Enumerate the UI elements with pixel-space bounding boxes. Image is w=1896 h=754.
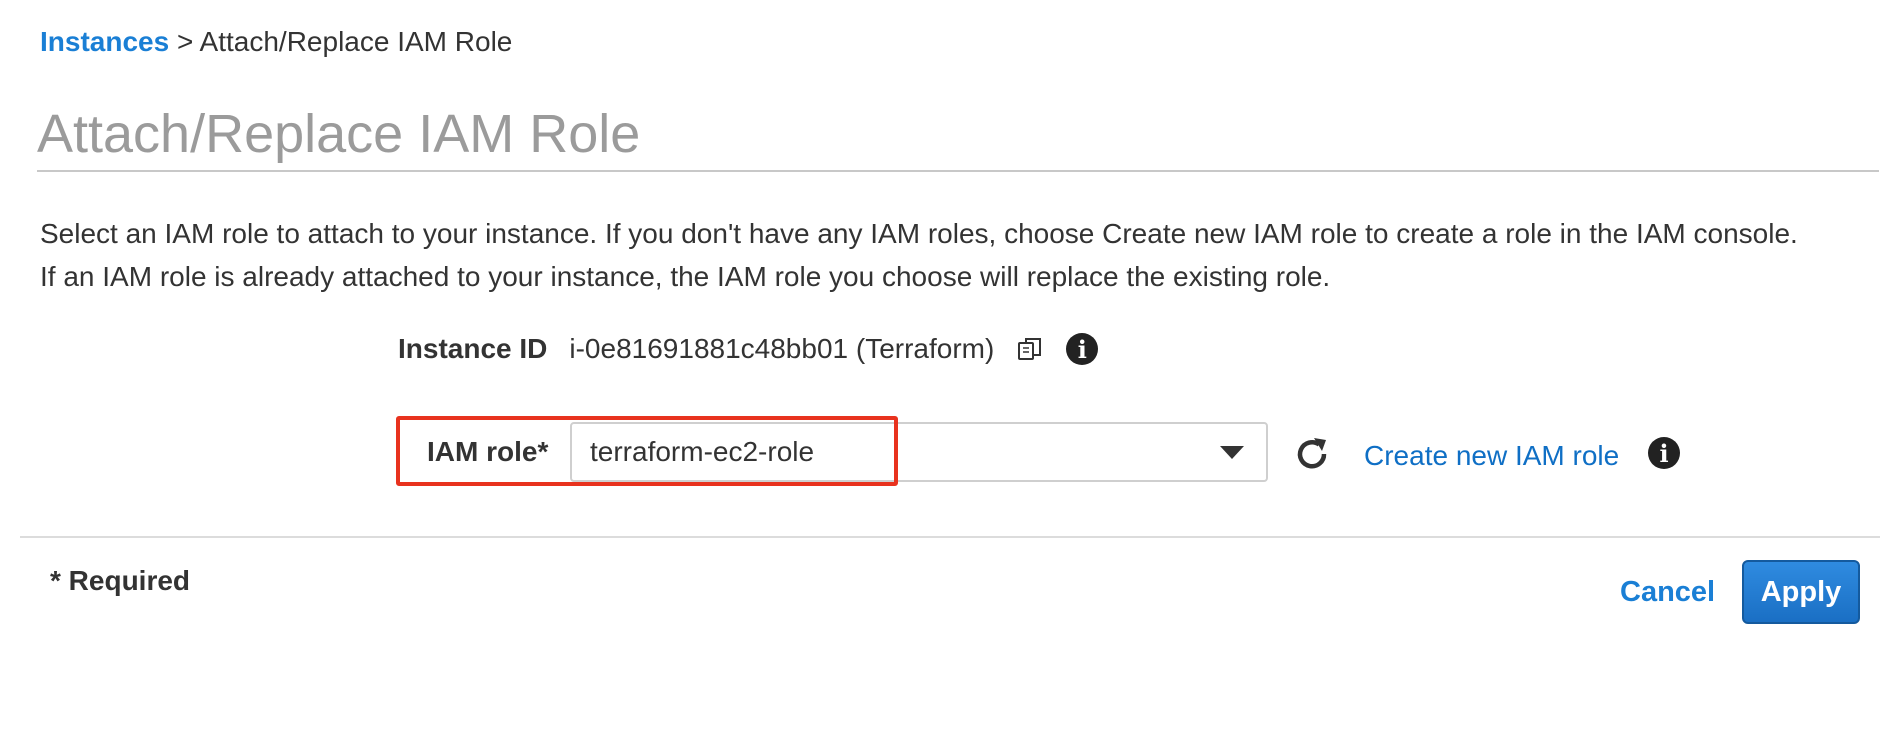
title-divider bbox=[37, 170, 1879, 172]
description-line-2: If an IAM role is already attached to yo… bbox=[40, 261, 1331, 292]
copy-icon[interactable] bbox=[1016, 335, 1044, 363]
iam-role-label: IAM role* bbox=[427, 436, 549, 467]
footer-divider bbox=[20, 536, 1880, 538]
instance-id-label: Instance ID bbox=[398, 333, 548, 364]
breadcrumb-instances-link[interactable]: Instances bbox=[40, 26, 169, 57]
breadcrumb: Instances > Attach/Replace IAM Role bbox=[40, 25, 512, 59]
instance-id-row: Instance ID i-0e81691881c48bb01 (Terrafo… bbox=[398, 328, 1099, 370]
breadcrumb-current: Attach/Replace IAM Role bbox=[199, 26, 513, 57]
page-title: Attach/Replace IAM Role bbox=[37, 104, 641, 164]
apply-button[interactable]: Apply bbox=[1742, 560, 1860, 624]
chevron-down-icon[interactable] bbox=[1220, 446, 1244, 459]
info-icon[interactable]: i bbox=[1066, 333, 1099, 365]
iam-role-selected-value: terraform-ec2-role bbox=[590, 436, 815, 467]
description: Select an IAM role to attach to your ins… bbox=[40, 212, 1880, 298]
refresh-icon[interactable] bbox=[1292, 434, 1332, 474]
required-note: * Required bbox=[50, 565, 191, 596]
create-new-iam-role-link[interactable]: Create new IAM role bbox=[1364, 438, 1619, 474]
info-icon[interactable]: i bbox=[1648, 437, 1680, 469]
breadcrumb-separator: > bbox=[176, 26, 194, 57]
iam-role-select[interactable]: terraform-ec2-role bbox=[570, 422, 1268, 482]
cancel-button[interactable]: Cancel bbox=[1620, 574, 1715, 610]
description-line-1: Select an IAM role to attach to your ins… bbox=[40, 218, 1798, 249]
instance-id-value: i-0e81691881c48bb01 (Terraform) bbox=[569, 333, 995, 364]
